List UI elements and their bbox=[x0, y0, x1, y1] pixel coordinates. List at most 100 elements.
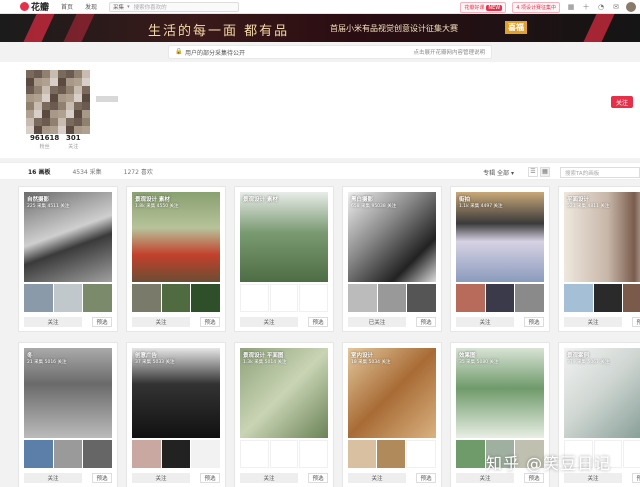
board-cover-image[interactable]: 平面设计 521 采集 4811 关注 bbox=[564, 192, 640, 282]
message-icon[interactable]: ✉ bbox=[612, 3, 620, 11]
board-thumbnail[interactable] bbox=[269, 284, 299, 312]
board-card[interactable]: 创意广告 37 采集 5033 关注关注 预选 bbox=[126, 342, 226, 487]
stat-following[interactable]: 301 关注 bbox=[66, 134, 81, 150]
board-card[interactable]: 景观设计 平面图 1.3k 采集 5014 关注关注 预选 bbox=[234, 342, 334, 487]
follow-user-button[interactable]: 关注 bbox=[611, 96, 633, 108]
board-thumbnail[interactable] bbox=[456, 440, 485, 468]
follow-board-button[interactable]: 关注 bbox=[24, 473, 82, 483]
board-thumbnail[interactable] bbox=[240, 284, 269, 312]
preview-board-button[interactable]: 预选 bbox=[524, 317, 544, 327]
board-thumbnail[interactable] bbox=[161, 284, 191, 312]
board-thumbnail[interactable] bbox=[132, 440, 161, 468]
board-thumbnail[interactable] bbox=[377, 440, 405, 468]
follow-board-button[interactable]: 已关注 bbox=[348, 317, 406, 327]
board-thumbnail[interactable] bbox=[83, 284, 113, 312]
board-cover-image[interactable]: 景观设计 平面图 1.3k 采集 5014 关注 bbox=[240, 348, 328, 438]
preview-board-button[interactable]: 预选 bbox=[308, 317, 328, 327]
logo[interactable]: 花瓣 bbox=[20, 0, 49, 13]
board-thumbnail[interactable] bbox=[456, 284, 485, 312]
board-card[interactable]: 室内设计 18 采集 5034 关注关注 预选 bbox=[342, 342, 442, 487]
tab-pins[interactable]: 4534 采集 bbox=[72, 167, 101, 176]
board-thumbnail[interactable] bbox=[623, 440, 640, 468]
preview-board-button[interactable]: 预选 bbox=[524, 473, 544, 483]
courses-button[interactable]: 花瓣好课 NEW bbox=[460, 1, 507, 13]
album-filter[interactable]: 专辑 全部 ▾ bbox=[483, 168, 514, 177]
board-thumbnail[interactable] bbox=[348, 440, 376, 468]
follow-board-button[interactable]: 关注 bbox=[456, 317, 514, 327]
preview-board-button[interactable]: 预选 bbox=[632, 317, 640, 327]
preview-board-button[interactable]: 预选 bbox=[200, 473, 220, 483]
contests-button[interactable]: 4 项设计赛征集中 bbox=[512, 1, 560, 13]
board-thumbnail[interactable] bbox=[161, 440, 191, 468]
follow-board-button[interactable]: 关注 bbox=[240, 317, 298, 327]
board-cover-image[interactable]: 创意广告 37 采集 5033 关注 bbox=[132, 348, 220, 438]
user-avatar[interactable] bbox=[626, 2, 636, 12]
preview-board-button[interactable]: 预选 bbox=[632, 473, 640, 483]
bell-icon[interactable]: ◔ bbox=[597, 3, 605, 11]
board-thumbnail[interactable] bbox=[515, 284, 545, 312]
board-thumbnail[interactable] bbox=[191, 440, 221, 468]
board-thumbnail[interactable] bbox=[132, 284, 161, 312]
notice-link[interactable]: 点击展开花瓣网内容管理说明 bbox=[413, 48, 485, 56]
board-cover-image[interactable]: 景观案例 379 采集 5067 关注 bbox=[564, 348, 640, 438]
board-thumbnail[interactable] bbox=[299, 440, 329, 468]
grid-view-icon[interactable]: ▦ bbox=[540, 167, 550, 177]
follow-board-button[interactable]: 关注 bbox=[132, 473, 190, 483]
board-thumbnail[interactable] bbox=[24, 284, 53, 312]
preview-board-button[interactable]: 预选 bbox=[92, 473, 112, 483]
preview-board-button[interactable]: 预选 bbox=[200, 317, 220, 327]
follow-board-button[interactable]: 关注 bbox=[132, 317, 190, 327]
preview-board-button[interactable]: 预选 bbox=[416, 317, 436, 327]
follow-board-button[interactable]: 关注 bbox=[24, 317, 82, 327]
board-cover-image[interactable]: 室内设计 18 采集 5034 关注 bbox=[348, 348, 436, 438]
board-cover-image[interactable]: 景观设计 素材 1.8k 采集 4550 关注 bbox=[132, 192, 220, 282]
board-thumbnail[interactable] bbox=[53, 440, 83, 468]
board-thumbnail[interactable] bbox=[623, 284, 640, 312]
list-view-icon[interactable]: ☰ bbox=[528, 167, 538, 177]
follow-board-button[interactable]: 关注 bbox=[456, 473, 514, 483]
add-icon[interactable]: ＋ bbox=[582, 3, 590, 11]
tab-boards[interactable]: 16 画板 bbox=[28, 167, 50, 176]
apps-grid-icon[interactable]: ▦ bbox=[567, 3, 575, 11]
board-thumbnail[interactable] bbox=[269, 440, 299, 468]
board-thumbnail[interactable] bbox=[485, 284, 515, 312]
board-card[interactable]: 景观设计 素材关注 预选 bbox=[234, 186, 334, 332]
board-card[interactable]: 街拍 1.1k 采集 4497 关注关注 预选 bbox=[450, 186, 550, 332]
follow-board-button[interactable]: 关注 bbox=[348, 473, 406, 483]
board-card[interactable]: 冬 21 采集 5016 关注关注 预选 bbox=[18, 342, 118, 487]
nav-discover[interactable]: 发现 bbox=[85, 2, 97, 11]
board-card[interactable]: 平面设计521 采集 4811 关注关注预选 bbox=[558, 186, 640, 332]
board-cover-image[interactable]: 景观设计 素材 bbox=[240, 192, 328, 282]
board-cover-image[interactable]: 黑白摄影 658 采集 95038 关注 bbox=[348, 192, 436, 282]
board-thumbnail[interactable] bbox=[593, 284, 623, 312]
board-thumbnail[interactable] bbox=[83, 440, 113, 468]
board-card[interactable]: 自然摄影 225 采集 4511 关注关注 预选 bbox=[18, 186, 118, 332]
board-thumbnail[interactable] bbox=[406, 440, 436, 468]
board-thumbnail[interactable] bbox=[299, 284, 329, 312]
board-cover-image[interactable]: 效果图 35 采集 5080 关注 bbox=[456, 348, 544, 438]
promo-banner[interactable]: 生活的每一面 都有品 首届小米有品视觉创意设计征集大赛 喜福 bbox=[0, 14, 640, 42]
board-cover-image[interactable]: 街拍 1.1k 采集 4497 关注 bbox=[456, 192, 544, 282]
board-thumbnail[interactable] bbox=[53, 284, 83, 312]
nav-home[interactable]: 首页 bbox=[61, 2, 73, 11]
board-cover-image[interactable]: 自然摄影 225 采集 4511 关注 bbox=[24, 192, 112, 282]
search-scope-select[interactable]: 采集 bbox=[113, 3, 124, 11]
follow-board-button[interactable]: 关注 bbox=[564, 317, 622, 327]
board-thumbnail[interactable] bbox=[24, 440, 53, 468]
board-thumbnail[interactable] bbox=[191, 284, 221, 312]
follow-board-button[interactable]: 关注 bbox=[240, 473, 298, 483]
board-thumbnail[interactable] bbox=[377, 284, 407, 312]
board-thumbnail[interactable] bbox=[348, 284, 377, 312]
follow-board-button[interactable]: 关注 bbox=[564, 473, 622, 483]
board-card[interactable]: 景观设计 素材 1.8k 采集 4550 关注关注 预选 bbox=[126, 186, 226, 332]
preview-board-button[interactable]: 预选 bbox=[308, 473, 328, 483]
tab-likes[interactable]: 1272 喜欢 bbox=[124, 167, 153, 176]
preview-board-button[interactable]: 预选 bbox=[92, 317, 112, 327]
preview-board-button[interactable]: 预选 bbox=[416, 473, 436, 483]
stat-followers[interactable]: 961618 粉丝 bbox=[30, 134, 59, 150]
board-card[interactable]: 黑白摄影 658 采集 95038 关注已关注 预选 bbox=[342, 186, 442, 332]
board-search-input[interactable]: 搜索TA的画板 bbox=[560, 166, 640, 178]
board-thumbnail[interactable] bbox=[564, 284, 593, 312]
board-thumbnail[interactable] bbox=[240, 440, 269, 468]
board-cover-image[interactable]: 冬 21 采集 5016 关注 bbox=[24, 348, 112, 438]
